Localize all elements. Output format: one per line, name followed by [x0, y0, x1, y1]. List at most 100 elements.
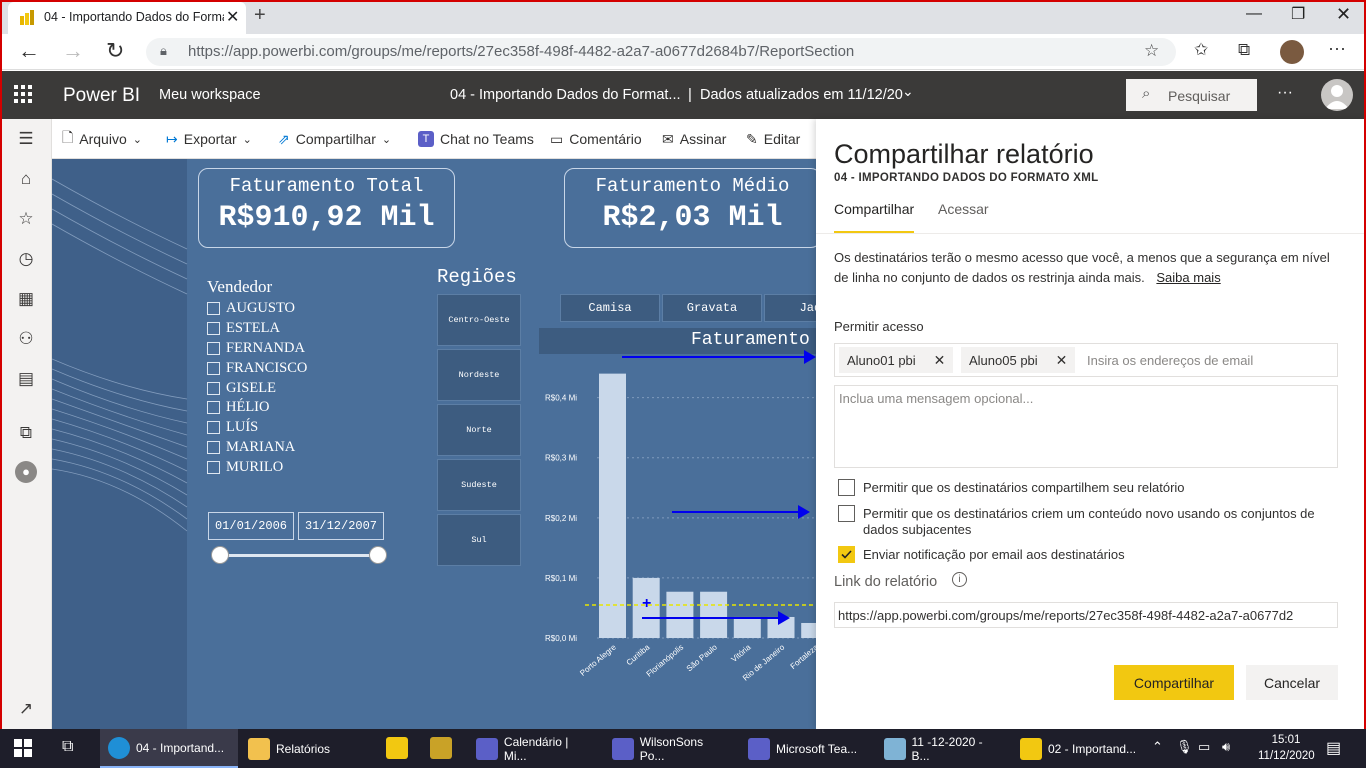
account-avatar[interactable]: [1321, 79, 1353, 111]
search-box[interactable]: ⌕ Pesquisar: [1126, 79, 1257, 111]
remove-recipient-icon[interactable]: ✕: [1056, 352, 1068, 369]
email-input-placeholder[interactable]: Insira os endereços de email: [1087, 353, 1253, 368]
my-workspace-avatar-icon[interactable]: ●: [15, 461, 37, 483]
app-launcher-icon[interactable]: [14, 85, 32, 108]
taskbar-explorer-window[interactable]: Relatórios: [240, 729, 374, 768]
seller-checkbox[interactable]: [207, 341, 220, 355]
info-icon[interactable]: i: [952, 572, 967, 587]
cancel-button[interactable]: Cancelar: [1246, 665, 1338, 700]
seller-slicer-item[interactable]: AUGUSTO: [207, 299, 407, 319]
kpi-card-total[interactable]: Faturamento Total R$910,92 Mil: [198, 168, 455, 248]
product-button[interactable]: Gravata: [662, 294, 762, 322]
system-clock[interactable]: 15:01 11/12/2020: [1258, 732, 1315, 764]
favorite-star-icon[interactable]: ☆: [1144, 41, 1159, 61]
seller-slicer-item[interactable]: FRANCISCO: [207, 358, 407, 378]
seller-slicer-item[interactable]: MURILO: [207, 457, 407, 477]
seller-checkbox[interactable]: [207, 361, 220, 375]
tab-close-icon[interactable]: ✕: [226, 7, 239, 27]
learn-book-icon[interactable]: ▤: [14, 367, 38, 391]
profile-avatar[interactable]: [1280, 40, 1304, 64]
shared-people-icon[interactable]: ⚇: [14, 327, 38, 351]
date-slider-start-handle[interactable]: [211, 546, 229, 564]
seller-slicer-item[interactable]: HÉLIO: [207, 398, 407, 418]
data-updated-label[interactable]: Dados atualizados em 11/12/20: [700, 87, 903, 103]
favorites-icon[interactable]: ✩: [1194, 40, 1208, 60]
allow-reshare-checkbox[interactable]: [838, 479, 855, 496]
region-button[interactable]: Centro-Oeste: [437, 294, 521, 346]
seller-slicer-item[interactable]: GISELE: [207, 378, 407, 398]
excel-app-icon[interactable]: [430, 737, 452, 759]
tab-share[interactable]: Compartilhar: [834, 201, 915, 233]
product-button[interactable]: Jaqu: [764, 294, 816, 322]
seller-checkbox[interactable]: [207, 401, 220, 415]
network-icon[interactable]: ▭: [1198, 739, 1210, 755]
volume-icon[interactable]: 🔊︎: [1222, 739, 1230, 755]
restore-icon[interactable]: ❐: [1291, 4, 1305, 24]
seller-slicer-item[interactable]: FERNANDA: [207, 339, 407, 359]
seller-checkbox[interactable]: [207, 381, 220, 395]
more-options-icon[interactable]: ···: [1277, 84, 1293, 102]
seller-slicer-item[interactable]: MARIANA: [207, 438, 407, 458]
taskbar-powerbi-window[interactable]: 02 - Importand...: [1012, 729, 1146, 768]
favorites-star-icon[interactable]: ☆: [14, 207, 38, 231]
region-button[interactable]: Sul: [437, 514, 521, 566]
taskbar-teams-calendar[interactable]: Calendário | Mi...: [468, 729, 602, 768]
edit-button[interactable]: ✎ Editar: [746, 119, 800, 159]
recent-clock-icon[interactable]: ◷: [14, 247, 38, 271]
region-button[interactable]: Sudeste: [437, 459, 521, 511]
task-view-icon[interactable]: ⧉: [62, 738, 73, 756]
chevron-down-icon[interactable]: ⌄: [902, 83, 914, 100]
home-icon[interactable]: ⌂: [14, 167, 38, 191]
report-link-field[interactable]: https://app.powerbi.com/groups/me/report…: [834, 602, 1338, 628]
taskbar-edge-window[interactable]: 04 - Importand...: [100, 729, 238, 768]
remove-recipient-icon[interactable]: ✕: [934, 352, 946, 369]
subscribe-button[interactable]: ✉ Assinar: [662, 119, 726, 159]
product-button[interactable]: Camisa: [560, 294, 660, 322]
seller-checkbox[interactable]: [207, 440, 220, 454]
seller-checkbox[interactable]: [207, 322, 220, 336]
chevron-up-icon[interactable]: ⌃: [1152, 739, 1163, 755]
microphone-icon[interactable]: 🎙︎: [1176, 739, 1193, 755]
taskbar-teams-wilson[interactable]: WilsonSons Po...: [604, 729, 738, 768]
file-menu-button[interactable]: 🗋︎ Arquivo ⌄: [62, 119, 142, 159]
refresh-icon[interactable]: ↻: [106, 38, 124, 64]
message-field[interactable]: Inclua uma mensagem opcional...: [834, 385, 1338, 468]
seller-checkbox[interactable]: [207, 302, 220, 316]
share-menu-button[interactable]: ⇗ Compartilhar ⌄: [278, 119, 391, 159]
window-close-icon[interactable]: ✕: [1336, 4, 1351, 25]
region-button[interactable]: Nordeste: [437, 349, 521, 401]
forward-icon[interactable]: →: [62, 38, 84, 64]
date-to-field[interactable]: 31/12/2007: [298, 512, 384, 540]
tab-access[interactable]: Acessar: [938, 201, 989, 233]
apps-icon[interactable]: ▦: [14, 287, 38, 311]
collections-icon[interactable]: ⧉: [1238, 40, 1250, 60]
url-field[interactable]: 🔒︎ https://app.powerbi.com/groups/me/rep…: [146, 38, 1176, 66]
seller-slicer-item[interactable]: ESTELA: [207, 319, 407, 339]
recipients-field[interactable]: Aluno01 pbi ✕ Aluno05 pbi ✕ Insira os en…: [834, 343, 1338, 377]
app-name[interactable]: Power BI: [63, 85, 140, 107]
taskbar-teams-main[interactable]: Microsoft Tea...: [740, 729, 874, 768]
minimize-icon[interactable]: —: [1246, 5, 1262, 23]
seller-checkbox[interactable]: [207, 460, 220, 474]
teams-chat-button[interactable]: T Chat no Teams: [418, 119, 534, 159]
taskbar-notes-window[interactable]: 11 -12-2020 - B...: [876, 729, 1010, 768]
seller-checkbox[interactable]: [207, 421, 220, 435]
hamburger-icon[interactable]: ☰: [14, 127, 38, 151]
date-slider-end-handle[interactable]: [369, 546, 387, 564]
back-icon[interactable]: ←: [18, 38, 40, 64]
kpi-card-average[interactable]: Faturamento Médio R$2,03 Mil: [564, 168, 816, 248]
browser-menu-icon[interactable]: ···: [1328, 38, 1346, 59]
export-menu-button[interactable]: ↦ Exportar ⌄: [166, 119, 252, 159]
expand-arrow-icon[interactable]: ↗: [14, 697, 38, 721]
powerbi-desktop-icon[interactable]: [386, 737, 408, 759]
seller-slicer-item[interactable]: LUÍS: [207, 418, 407, 438]
comment-button[interactable]: ▭ Comentário: [550, 119, 642, 159]
email-notify-checkbox[interactable]: [838, 546, 855, 563]
workspace-link[interactable]: Meu workspace: [159, 87, 261, 103]
learn-more-link[interactable]: Saiba mais: [1156, 270, 1220, 285]
windows-start-icon[interactable]: [14, 739, 32, 760]
share-button[interactable]: Compartilhar: [1114, 665, 1234, 700]
allow-build-checkbox[interactable]: [838, 505, 855, 522]
browser-tab[interactable]: 04 - Importando Dados do Formato ✕: [8, 2, 246, 34]
new-tab-icon[interactable]: +: [254, 4, 266, 27]
